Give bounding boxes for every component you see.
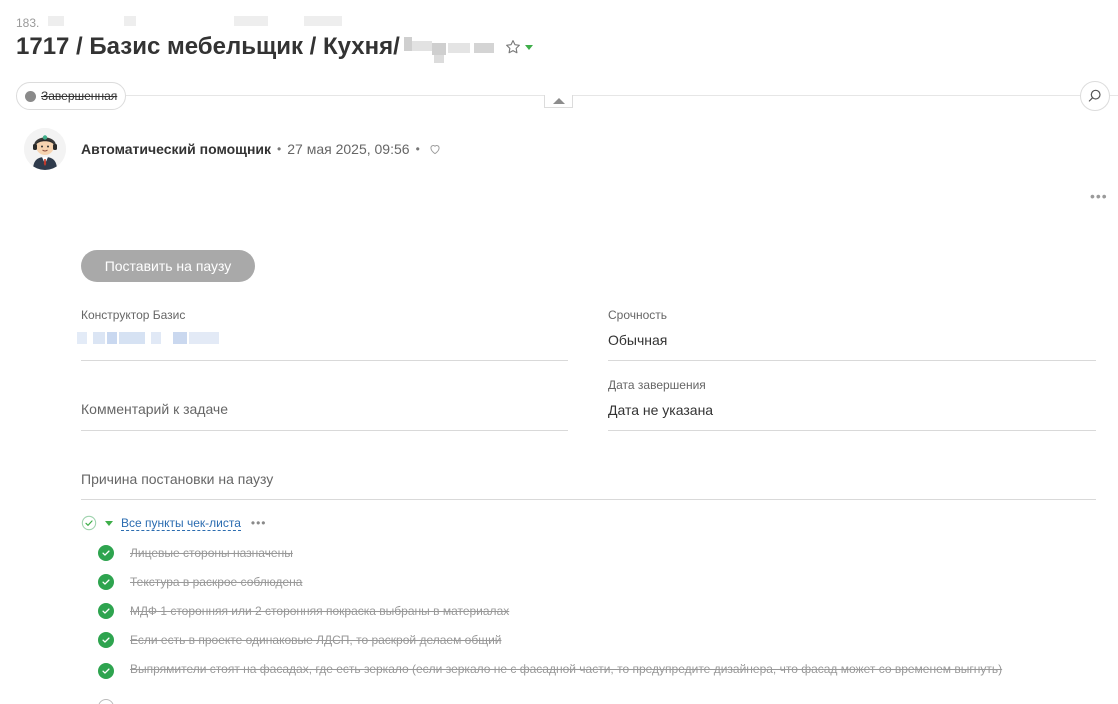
redacted-title-part bbox=[402, 33, 496, 63]
end-date-value: Дата не указана bbox=[608, 402, 714, 418]
status-badge[interactable]: Завершенная bbox=[16, 82, 127, 110]
checklist-header: Все пункты чек-листа ••• bbox=[81, 515, 267, 531]
check-icon[interactable] bbox=[98, 574, 114, 590]
constructor-field[interactable]: Конструктор Базис bbox=[77, 308, 568, 361]
more-options-button[interactable]: ••• bbox=[1090, 188, 1108, 204]
pause-button[interactable]: Поставить на паузу bbox=[81, 250, 255, 282]
check-icon[interactable] bbox=[98, 632, 114, 648]
task-comment-field[interactable]: Комментарий к задаче bbox=[81, 398, 568, 431]
check-icon[interactable] bbox=[98, 603, 114, 619]
separator: • bbox=[277, 142, 282, 156]
heart-icon[interactable] bbox=[428, 142, 442, 156]
redacted-breadcrumb bbox=[48, 14, 368, 28]
checklist-item-text: Если есть в проекте одинаковые ЛДСП, то … bbox=[130, 633, 502, 647]
urgency-label: Срочность bbox=[608, 308, 668, 322]
checklist-item-text: Текстура в раскрое соблюдена bbox=[130, 575, 303, 589]
status-label: Завершенная bbox=[41, 89, 118, 103]
urgency-value: Обычная bbox=[608, 332, 668, 348]
search-button[interactable] bbox=[1080, 81, 1110, 111]
checklist-title-link[interactable]: Все пункты чек-листа bbox=[121, 516, 241, 531]
check-icon[interactable] bbox=[98, 663, 114, 679]
checklist-item-partial[interactable] bbox=[98, 699, 114, 704]
task-number: 183. bbox=[16, 16, 40, 30]
checklist-item-text: Лицевые стороны назначены bbox=[130, 546, 293, 560]
page-title: 1717 / Базис мебельщик / Кухня/ bbox=[16, 33, 400, 60]
comment-date: 27 мая 2025, 09:56 bbox=[287, 141, 410, 157]
checklist-item[interactable]: Текстура в раскрое соблюдена bbox=[98, 573, 1038, 592]
comment-meta: Автоматический помощник • 27 мая 2025, 0… bbox=[81, 141, 442, 157]
pause-reason-field[interactable]: Причина постановки на паузу bbox=[81, 468, 1096, 500]
collapse-toggle-button[interactable] bbox=[544, 95, 573, 108]
task-comment-placeholder: Комментарий к задаче bbox=[81, 401, 229, 417]
checklist-items: Лицевые стороны назначены Текстура в рас… bbox=[98, 544, 1038, 690]
redacted-assignee bbox=[77, 332, 219, 344]
end-date-label: Дата завершения bbox=[608, 378, 706, 392]
search-icon bbox=[1088, 89, 1101, 102]
separator: • bbox=[415, 142, 420, 156]
urgency-field[interactable]: Срочность Обычная bbox=[608, 308, 1096, 361]
end-date-field[interactable]: Дата завершения Дата не указана bbox=[608, 378, 1096, 431]
checklist-collapse-caret[interactable] bbox=[105, 520, 113, 526]
checklist-item[interactable]: Если есть в проекте одинаковые ЛДСП, то … bbox=[98, 631, 1038, 650]
status-dot bbox=[25, 90, 36, 102]
check-icon[interactable] bbox=[98, 545, 114, 561]
pause-reason-placeholder: Причина постановки на паузу bbox=[81, 471, 274, 487]
check-circle-outline-icon[interactable] bbox=[81, 515, 97, 531]
checklist-item-text: МДФ 1 сторонняя или 2 сторонняя покраска… bbox=[130, 604, 510, 618]
checklist-item[interactable]: МДФ 1 сторонняя или 2 сторонняя покраска… bbox=[98, 602, 1038, 621]
checklist-more-button[interactable]: ••• bbox=[251, 516, 267, 530]
star-icon[interactable] bbox=[504, 38, 522, 56]
constructor-label: Конструктор Базис bbox=[81, 308, 186, 322]
title-row: 1717 / Базис мебельщик / Кухня/ bbox=[16, 32, 533, 63]
chevron-up-icon bbox=[552, 98, 565, 104]
checklist-item[interactable]: Выпрямители стоят на фасадах, где есть з… bbox=[98, 660, 1038, 680]
author-name[interactable]: Автоматический помощник bbox=[81, 141, 271, 157]
favorites-dropdown-caret[interactable] bbox=[524, 44, 533, 50]
checklist-item-text: Выпрямители стоят на фасадах, где есть з… bbox=[130, 662, 1003, 676]
checklist-item[interactable]: Лицевые стороны назначены bbox=[98, 544, 1038, 563]
avatar bbox=[24, 128, 66, 170]
